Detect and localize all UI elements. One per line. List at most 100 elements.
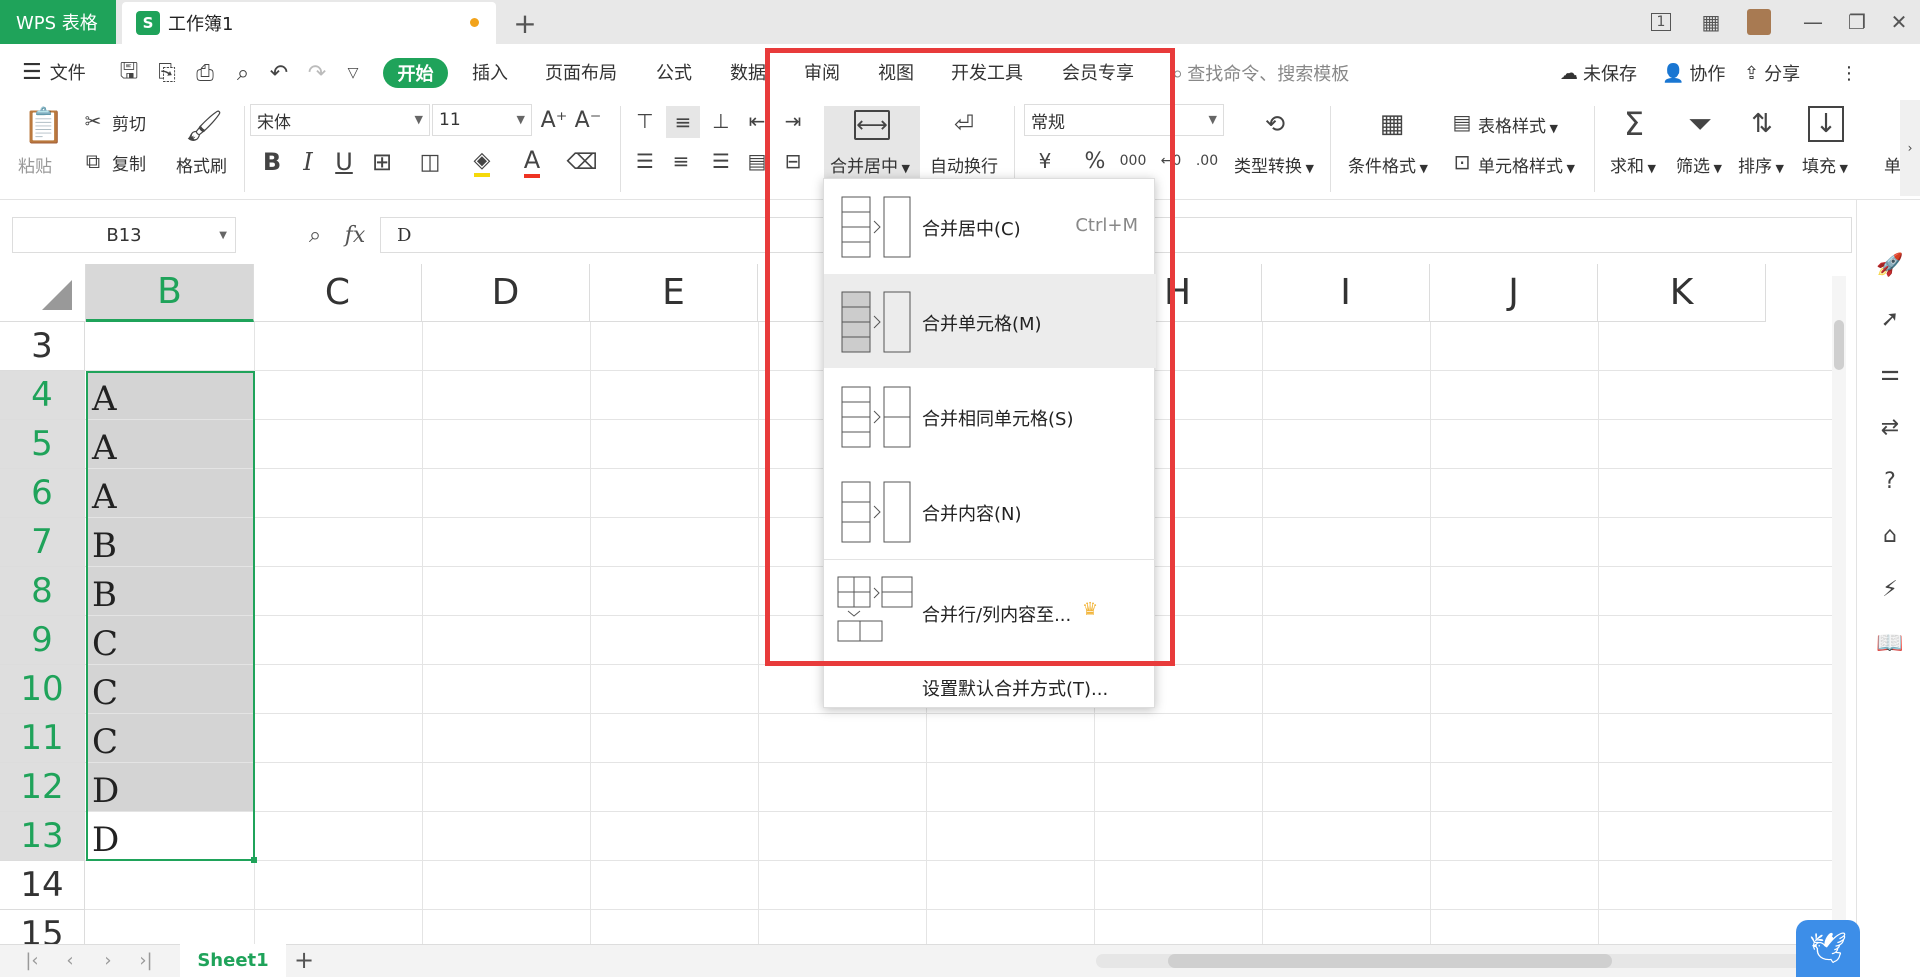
add-sheet-button[interactable]: + bbox=[290, 946, 318, 974]
tab-formula[interactable]: 公式 bbox=[656, 58, 692, 86]
fill-icon[interactable]: ↓ bbox=[1808, 106, 1844, 142]
save-icon[interactable]: 🖫 bbox=[114, 58, 144, 88]
page-indicator-icon[interactable]: 1 bbox=[1644, 8, 1678, 36]
sort-button[interactable]: 排序 ▼ bbox=[1738, 152, 1784, 177]
help-icon[interactable]: ? bbox=[1877, 468, 1903, 494]
column-header[interactable]: E bbox=[590, 264, 758, 322]
row-header[interactable]: 13 bbox=[0, 812, 85, 861]
share-button[interactable]: ⇪ 分享 bbox=[1744, 58, 1800, 88]
quick-access-dropdown-icon[interactable]: ▽ bbox=[338, 58, 368, 88]
scissors-icon[interactable]: ✂ bbox=[80, 108, 106, 134]
bird-assistant-icon[interactable]: 🕊 bbox=[1796, 920, 1860, 977]
sort-icon[interactable]: ⇅ bbox=[1744, 106, 1780, 142]
column-header[interactable]: C bbox=[254, 264, 422, 322]
close-icon[interactable]: ✕ bbox=[1882, 8, 1916, 36]
bold-icon[interactable]: B bbox=[258, 146, 286, 178]
conditional-format-button[interactable]: 条件格式 ▼ bbox=[1348, 152, 1428, 177]
horizontal-scroll-thumb[interactable] bbox=[1168, 954, 1612, 968]
book-icon[interactable]: 📖 bbox=[1876, 630, 1903, 656]
fill-button[interactable]: 填充 ▼ bbox=[1802, 152, 1848, 177]
font-color-icon[interactable]: A bbox=[516, 146, 548, 178]
row-header[interactable]: 3 bbox=[0, 322, 85, 371]
tab-start[interactable]: 开始 bbox=[383, 58, 448, 88]
cell-fill-icon[interactable]: ◫ bbox=[414, 146, 446, 178]
increase-font-icon[interactable]: A⁺ bbox=[540, 106, 568, 134]
row-header[interactable]: 15 bbox=[0, 910, 85, 944]
filter-icon[interactable]: ⏷ bbox=[1682, 106, 1718, 142]
rocket-icon[interactable]: 🚀 bbox=[1876, 252, 1903, 278]
print-icon[interactable]: ⎙ bbox=[190, 58, 220, 88]
column-header[interactable]: B bbox=[86, 264, 254, 322]
fx-button[interactable]: fx bbox=[338, 219, 372, 251]
ribbon-scroll-icon[interactable]: › bbox=[1900, 100, 1920, 196]
type-convert-button[interactable]: 类型转换 ▼ bbox=[1234, 152, 1314, 177]
column-header[interactable]: J bbox=[1430, 264, 1598, 322]
sum-button[interactable]: 求和 ▼ bbox=[1610, 152, 1656, 177]
name-box[interactable]: B13 ▼ bbox=[12, 217, 236, 253]
fill-handle[interactable] bbox=[251, 857, 257, 863]
store-icon[interactable]: ⌂ bbox=[1877, 522, 1903, 548]
table-style-button[interactable]: 表格样式 ▼ bbox=[1478, 112, 1558, 137]
cell-style-button[interactable]: 单元格样式 ▼ bbox=[1478, 152, 1575, 177]
transfer-icon[interactable]: ⇄ bbox=[1877, 414, 1903, 440]
vertical-scroll-thumb[interactable] bbox=[1834, 320, 1844, 370]
underline-icon[interactable]: U bbox=[330, 146, 358, 178]
sliders-icon[interactable]: ⚌ bbox=[1877, 360, 1903, 386]
fill-color-icon[interactable]: ◈ bbox=[466, 146, 498, 178]
font-size-select[interactable]: 11 ▼ bbox=[432, 104, 532, 136]
next-sheet-icon[interactable]: › bbox=[96, 948, 120, 972]
tab-page-layout[interactable]: 页面布局 bbox=[545, 58, 617, 86]
unsaved-status[interactable]: ☁ 未保存 bbox=[1560, 58, 1637, 88]
column-header[interactable]: K bbox=[1598, 264, 1766, 322]
select-all-corner[interactable] bbox=[0, 264, 86, 322]
document-tab[interactable]: S 工作簿1 bbox=[122, 2, 496, 44]
conditional-format-icon[interactable]: ▦ bbox=[1374, 108, 1410, 140]
row-header[interactable]: 8 bbox=[0, 567, 85, 616]
restore-icon[interactable]: ❐ bbox=[1840, 8, 1874, 36]
row-header[interactable]: 5 bbox=[0, 420, 85, 469]
more-menu-icon[interactable]: ⋮ bbox=[1840, 58, 1858, 88]
decrease-decimal-icon[interactable]: .00 bbox=[1192, 146, 1222, 176]
cell-b[interactable] bbox=[86, 322, 253, 370]
font-name-select[interactable]: 宋体 ▼ bbox=[250, 104, 430, 136]
format-painter-button[interactable]: 格式刷 bbox=[176, 152, 227, 177]
row-header[interactable]: 10 bbox=[0, 665, 85, 714]
cell-b[interactable] bbox=[86, 861, 253, 909]
align-top-icon[interactable]: ⊤ bbox=[630, 106, 660, 136]
sheet-tab-sheet1[interactable]: Sheet1 bbox=[180, 944, 286, 977]
align-left-icon[interactable]: ☰ bbox=[630, 146, 660, 176]
command-search[interactable]: ⌕ 查找命令、搜索模板 bbox=[1172, 58, 1349, 88]
align-center-icon[interactable]: ≡ bbox=[666, 146, 696, 176]
row-header[interactable]: 4 bbox=[0, 371, 85, 420]
app-tab[interactable]: WPS 表格 bbox=[0, 0, 116, 44]
row-header[interactable]: 12 bbox=[0, 763, 85, 812]
align-right-icon[interactable]: ☰ bbox=[706, 146, 736, 176]
undo-icon[interactable]: ↶ bbox=[264, 58, 294, 88]
border-icon[interactable]: ⊞ bbox=[366, 146, 398, 178]
grid-view-icon[interactable]: ▦ bbox=[1694, 8, 1728, 36]
vertical-scrollbar[interactable] bbox=[1832, 276, 1846, 936]
format-painter-icon[interactable]: 🖌 bbox=[185, 104, 223, 148]
paste-button[interactable]: 粘贴 bbox=[18, 152, 52, 177]
row-header[interactable]: 6 bbox=[0, 469, 85, 518]
copy-icon[interactable]: ⧉ bbox=[80, 148, 106, 174]
avatar[interactable] bbox=[1742, 8, 1776, 36]
zoom-icon[interactable]: ⌕ bbox=[298, 219, 332, 251]
cell-style-icon[interactable]: ⊡ bbox=[1448, 148, 1476, 176]
column-header[interactable]: D bbox=[422, 264, 590, 322]
row-header[interactable]: 14 bbox=[0, 861, 85, 910]
row-header[interactable]: 11 bbox=[0, 714, 85, 763]
paste-icon[interactable]: 📋 bbox=[23, 104, 65, 148]
more-ribbon-button[interactable]: 单 bbox=[1884, 152, 1901, 177]
eraser-icon[interactable]: ⌫ bbox=[566, 146, 598, 178]
horizontal-scrollbar[interactable] bbox=[1096, 954, 1816, 968]
minimize-icon[interactable]: — bbox=[1796, 8, 1830, 36]
align-bottom-icon[interactable]: ⊥ bbox=[706, 106, 736, 136]
last-sheet-icon[interactable]: ›| bbox=[134, 948, 158, 972]
new-tab-button[interactable]: + bbox=[508, 6, 542, 40]
row-header[interactable]: 9 bbox=[0, 616, 85, 665]
decrease-font-icon[interactable]: A⁻ bbox=[574, 106, 602, 134]
tab-data[interactable]: 数据 bbox=[730, 58, 766, 86]
filter-button[interactable]: 筛选 ▼ bbox=[1676, 152, 1722, 177]
cut-button[interactable]: 剪切 bbox=[112, 110, 146, 135]
